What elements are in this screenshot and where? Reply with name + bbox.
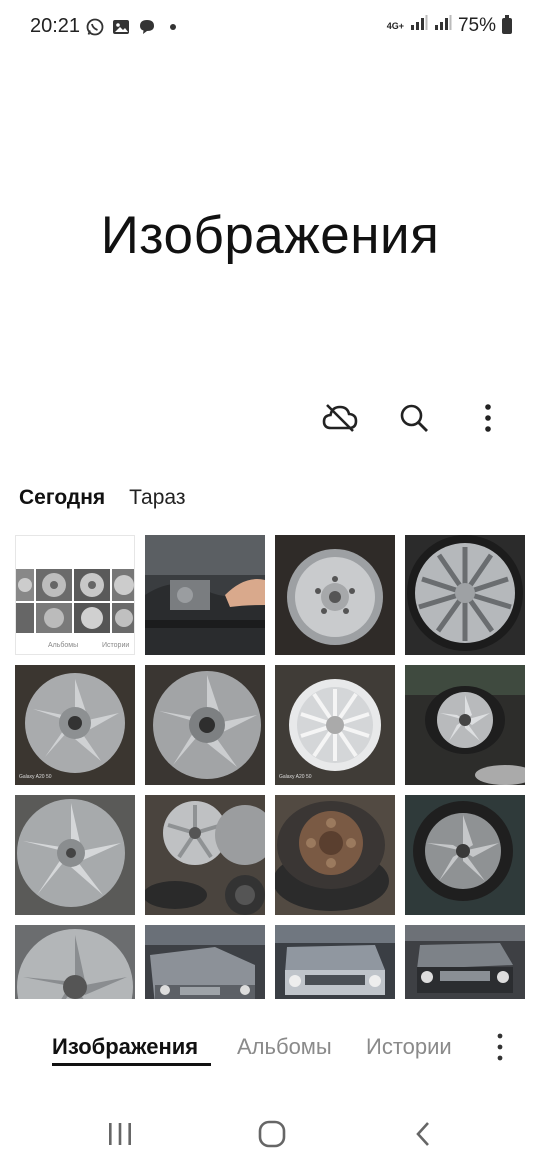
- cloud-off-button[interactable]: [318, 396, 362, 440]
- tab-pictures[interactable]: Изображения: [52, 1034, 198, 1060]
- recent-apps-button[interactable]: [100, 1116, 140, 1152]
- more-vert-icon: [497, 1033, 503, 1061]
- home-button[interactable]: [252, 1116, 292, 1152]
- photo-thumbnail[interactable]: [405, 795, 525, 915]
- tab-albums[interactable]: Альбомы: [237, 1034, 332, 1060]
- photo-thumbnail[interactable]: [405, 925, 525, 999]
- photo-thumbnail[interactable]: [145, 535, 265, 655]
- search-button[interactable]: [392, 396, 436, 440]
- toolbar: [318, 396, 510, 440]
- photo-thumbnail[interactable]: Galaxy A20 50: [275, 665, 395, 785]
- recent-apps-icon: [109, 1123, 131, 1145]
- section-header: Сегодня Тараз: [19, 486, 185, 510]
- gallery-icon: [112, 18, 130, 36]
- photo-thumbnail[interactable]: [145, 665, 265, 785]
- gallery-screen: 20:21 4G+ 75% Изображения Сегодня Тараз …: [0, 0, 540, 1170]
- photo-thumbnail[interactable]: [15, 795, 135, 915]
- network-type: 4G+: [386, 20, 404, 31]
- signal-icon-2: [434, 15, 452, 37]
- photo-thumbnail[interactable]: [15, 925, 135, 999]
- thumb-tab-albums: Альбомы: [48, 641, 78, 649]
- back-icon: [416, 1122, 429, 1146]
- page-title: Изображения: [100, 206, 440, 265]
- photo-thumbnail[interactable]: Galaxy A20 50: [15, 665, 135, 785]
- home-icon: [258, 1120, 286, 1148]
- status-bar: 20:21 4G+ 75%: [0, 0, 540, 58]
- photo-thumbnail[interactable]: [275, 925, 395, 999]
- photo-thumbnail[interactable]: [145, 795, 265, 915]
- search-icon: [400, 404, 428, 432]
- status-right: 4G+ 75%: [387, 15, 512, 37]
- battery-percent: 75%: [457, 15, 496, 36]
- chat-icon: [138, 18, 156, 36]
- back-button[interactable]: [403, 1116, 443, 1152]
- photo-grid: Альбомы Истории Galaxy A20 50 Galaxy A20…: [15, 535, 525, 999]
- section-location: Тараз: [129, 486, 186, 509]
- section-date: Сегодня: [19, 486, 106, 509]
- photo-thumbnail[interactable]: [145, 925, 265, 999]
- whatsapp-icon: [86, 18, 104, 36]
- active-tab-indicator: [52, 1063, 211, 1066]
- photo-caption: Galaxy A20 50: [279, 774, 312, 780]
- tab-stories[interactable]: Истории: [366, 1034, 452, 1060]
- photo-caption: Galaxy A20 50: [19, 774, 52, 780]
- cloud-off-icon: [322, 404, 358, 432]
- navigation-bar: [0, 1100, 540, 1170]
- photo-thumbnail[interactable]: Альбомы Истории: [15, 535, 135, 655]
- photo-thumbnail[interactable]: [405, 535, 525, 655]
- bottom-tabs: Изображения Альбомы Истории: [0, 1026, 540, 1076]
- photo-thumbnail[interactable]: [275, 535, 395, 655]
- status-time: 20:21: [30, 15, 81, 37]
- battery-icon: [502, 15, 512, 34]
- dot-icon: [170, 24, 176, 30]
- photo-thumbnail[interactable]: [275, 795, 395, 915]
- photo-thumbnail[interactable]: [405, 665, 525, 785]
- thumb-tab-stories: Истории: [102, 642, 129, 649]
- signal-icon: [410, 15, 428, 37]
- tabs-more-button[interactable]: [488, 1032, 512, 1062]
- more-options-button[interactable]: [466, 396, 510, 440]
- notification-icons: [86, 18, 176, 36]
- more-vert-icon: [485, 404, 491, 432]
